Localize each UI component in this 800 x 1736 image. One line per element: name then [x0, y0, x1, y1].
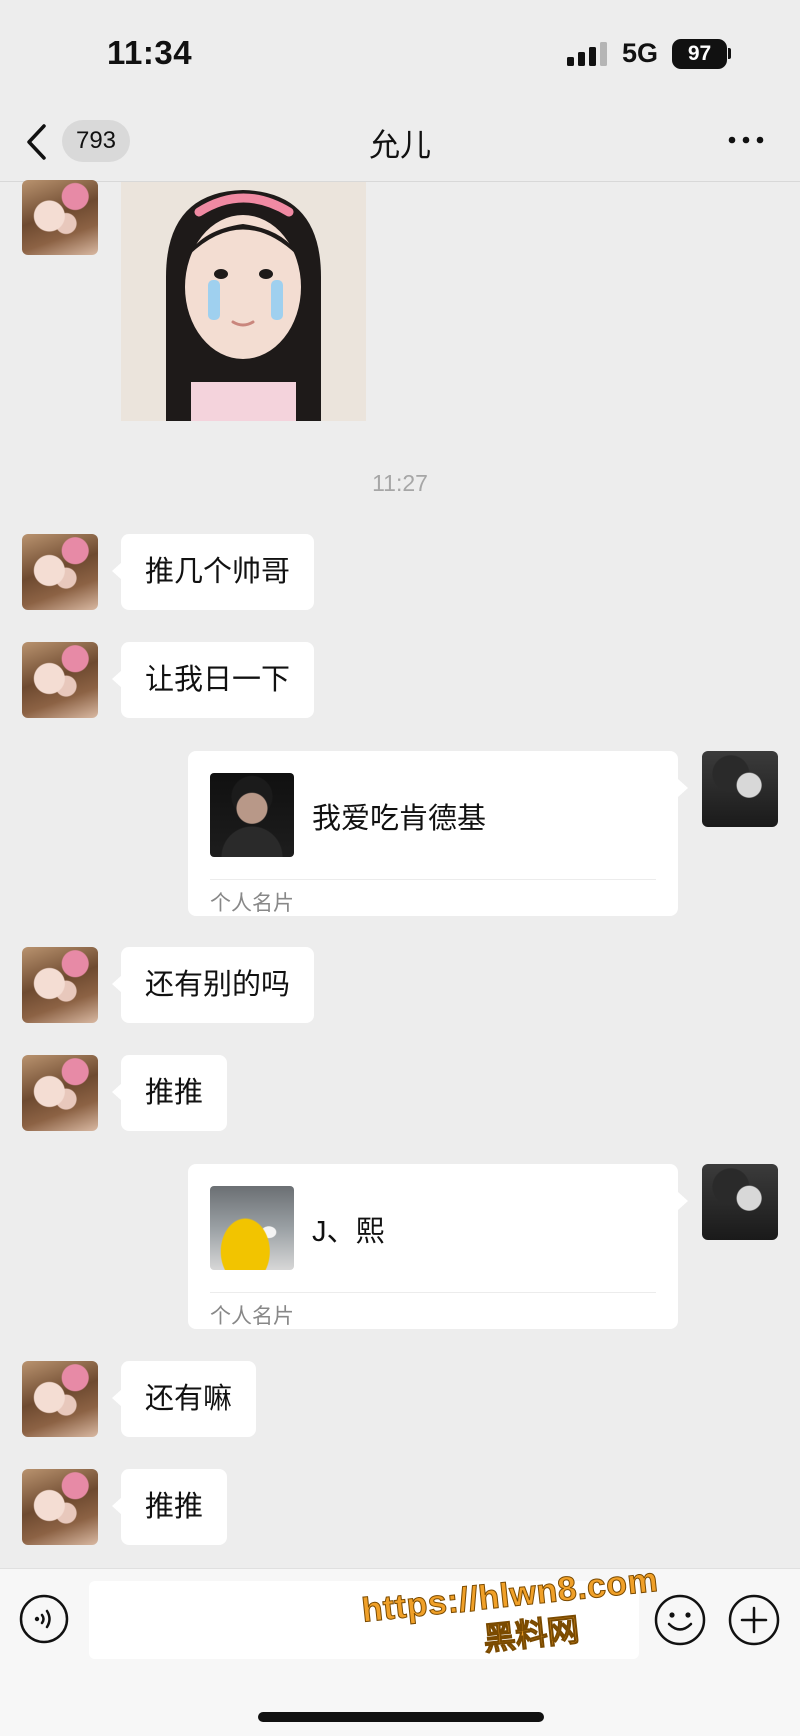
- contact-card-label: 个人名片: [210, 1305, 294, 1328]
- contact-card-name: 我爱吃肯德基: [312, 803, 487, 835]
- voice-input-icon[interactable]: [18, 1593, 70, 1645]
- cellular-signal-icon: [567, 42, 607, 66]
- image-message[interactable]: [121, 182, 366, 421]
- contact-card-avatar: [210, 773, 294, 857]
- back-chevron-icon[interactable]: [22, 118, 52, 166]
- message-bubble[interactable]: 还有嘛: [111, 1361, 257, 1437]
- plus-icon[interactable]: [727, 1593, 781, 1647]
- battery-icon: 97: [672, 39, 727, 69]
- message-bubble[interactable]: 让我日一下: [111, 642, 315, 718]
- status-time: 11:34: [107, 34, 193, 71]
- contact-avatar[interactable]: [22, 1469, 98, 1545]
- message-bubble[interactable]: 推推: [111, 1469, 228, 1545]
- contact-avatar[interactable]: [22, 642, 98, 718]
- contact-card-name: J、熙: [312, 1216, 385, 1248]
- my-avatar[interactable]: [702, 1164, 778, 1240]
- card-divider: [210, 1292, 656, 1293]
- card-divider: [210, 879, 656, 880]
- contact-avatar[interactable]: [22, 180, 98, 255]
- chat-title[interactable]: 允儿: [300, 120, 500, 165]
- message-timestamp: 11:27: [372, 470, 428, 496]
- nav-divider: [0, 181, 800, 182]
- contact-card-label: 个人名片: [210, 892, 294, 915]
- unread-count-badge[interactable]: 793: [62, 120, 130, 162]
- battery-tip: [728, 48, 731, 59]
- girl-photo: [121, 182, 366, 421]
- contact-card-message[interactable]: J、熙 个人名片: [188, 1164, 688, 1329]
- home-indicator[interactable]: [258, 1712, 544, 1722]
- network-type: 5G: [622, 38, 659, 68]
- contact-card-avatar: [210, 1186, 294, 1270]
- contact-avatar[interactable]: [22, 1055, 98, 1131]
- more-options-icon[interactable]: [726, 120, 766, 160]
- contact-avatar[interactable]: [22, 947, 98, 1023]
- message-bubble[interactable]: 推推: [111, 1055, 228, 1131]
- contact-avatar[interactable]: [22, 1361, 98, 1437]
- contact-card-message[interactable]: 我爱吃肯德基 个人名片: [188, 751, 688, 916]
- my-avatar[interactable]: [702, 751, 778, 827]
- message-bubble[interactable]: 还有别的吗: [111, 947, 315, 1023]
- message-bubble[interactable]: 推几个帅哥: [111, 534, 315, 610]
- contact-avatar[interactable]: [22, 534, 98, 610]
